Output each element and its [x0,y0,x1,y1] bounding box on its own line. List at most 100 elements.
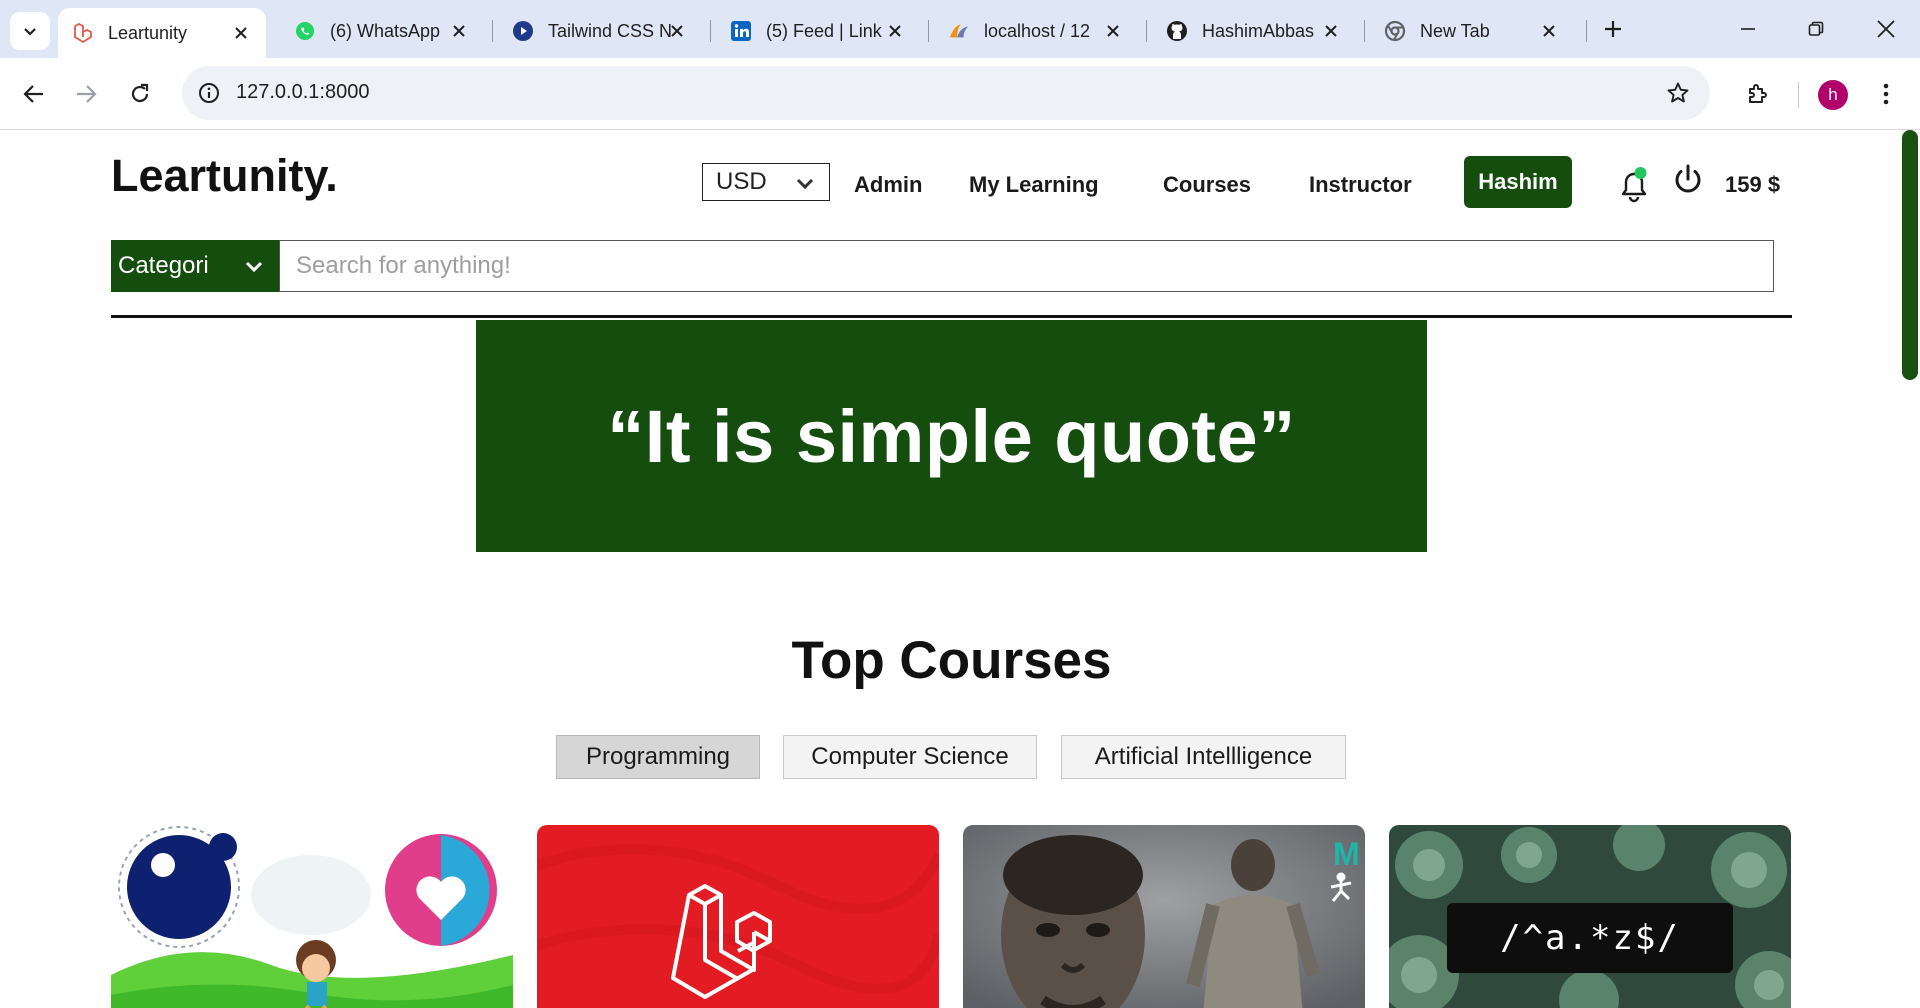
tab-title: Tailwind CSS N [548,20,673,41]
url-text[interactable]: 127.0.0.1:8000 [236,81,369,104]
search-input[interactable]: Search for anything! [279,240,1774,292]
browser-tab-new-tab[interactable]: New Tab [1370,8,1574,54]
top-courses-title: Top Courses [791,631,1112,690]
plus-icon [1605,21,1621,37]
header-divider [111,315,1792,318]
close-icon[interactable] [1538,20,1560,42]
search-placeholder: Search for anything! [296,252,511,279]
tab-title: localhost / 12 [984,20,1091,41]
new-tab-button[interactable] [1598,14,1628,44]
chrome-icon [1384,20,1406,42]
reload-button[interactable] [120,74,160,114]
currency-value: USD [716,168,767,195]
filter-programming[interactable]: Programming [556,735,760,779]
course-card[interactable]: M [963,825,1365,1008]
browser-tab-bar: Leartunity (6) WhatsApp Tailwind CSS N (… [0,0,1920,58]
close-icon[interactable] [666,20,688,42]
reload-icon [131,83,149,103]
info-icon[interactable] [194,78,224,108]
back-button[interactable] [14,74,54,114]
tab-divider [1586,20,1587,42]
tab-divider [1146,20,1147,42]
browser-tab-whatsapp[interactable]: (6) WhatsApp [280,8,484,54]
nav-my-learning[interactable]: My Learning [969,172,1099,198]
linkedin-icon [730,20,752,42]
filter-artificial-intelligence[interactable]: Artificial Intellligence [1061,735,1346,779]
nav-instructor[interactable]: Instructor [1309,172,1412,198]
tab-divider [710,20,711,42]
browser-toolbar: 127.0.0.1:8000 h [0,58,1920,130]
close-icon[interactable] [884,20,906,42]
tab-title: (5) Feed | Link [766,20,882,41]
arrow-right-icon [77,85,97,103]
tailwind-icon [512,20,534,42]
kebab-menu-icon [1883,83,1889,105]
notifications-button[interactable] [1616,166,1652,204]
browser-tab-linkedin[interactable]: (5) Feed | Link [716,8,920,54]
close-icon[interactable] [448,20,470,42]
hero-quote-text: “It is simple quote” [607,394,1296,478]
tab-title: HashimAbbas [1202,20,1315,41]
category-dropdown[interactable]: Categori [111,240,280,292]
extensions-button[interactable] [1738,74,1778,114]
bell-icon [1621,167,1647,203]
restore-button[interactable] [1796,10,1836,48]
course-card[interactable] [537,825,939,1008]
tab-title: Leartunity [108,22,188,43]
nav-admin[interactable]: Admin [854,172,922,198]
close-window-button[interactable] [1866,10,1906,48]
restore-icon [1808,21,1824,36]
tab-search-button[interactable] [10,12,50,50]
tab-divider [1364,20,1365,42]
arrow-left-icon [23,85,43,103]
puzzle-icon [1749,84,1767,103]
chevron-down-icon [24,28,36,36]
course-thumbnail: M [963,825,1365,1008]
filter-computer-science[interactable]: Computer Science [783,735,1037,779]
tab-title: New Tab [1420,20,1490,41]
scrollbar-thumb[interactable] [1902,130,1918,380]
close-icon[interactable] [1320,20,1342,42]
address-bar[interactable]: 127.0.0.1:8000 [182,66,1710,120]
course-thumbnail [537,825,939,1008]
course-thumbnail [111,825,513,1008]
course-card[interactable] [111,825,513,1008]
forward-button[interactable] [66,74,106,114]
whatsapp-icon [294,20,316,42]
page-scrollbar[interactable] [1900,130,1920,1008]
course-card[interactable]: /^a.*z$/ [1389,825,1791,1008]
currency-select[interactable]: USD [702,163,830,201]
user-profile-button[interactable]: Hashim [1464,156,1572,208]
category-label: Categori [118,252,209,279]
nav-courses[interactable]: Courses [1163,172,1251,198]
minimize-icon [1741,28,1755,30]
chevron-down-icon [245,261,263,273]
browser-tab-github[interactable]: HashimAbbas [1152,8,1356,54]
site-logo[interactable]: Leartunity. [111,150,338,202]
chevron-down-icon [796,178,814,190]
close-icon [1877,20,1895,38]
bookmark-star-icon[interactable] [1664,79,1692,107]
browser-tab-leartunity[interactable]: Leartunity [58,8,266,58]
wallet-balance: 159 $ [1725,172,1781,197]
github-icon [1166,20,1188,42]
tab-title: (6) WhatsApp [330,20,441,41]
phpmyadmin-icon [948,20,970,42]
more-menu-button[interactable] [1868,76,1904,112]
toolbar-divider [1798,82,1799,108]
browser-tab-phpmyadmin[interactable]: localhost / 12 [934,8,1138,54]
browser-tab-tailwind[interactable]: Tailwind CSS N [498,8,702,54]
close-icon[interactable] [230,22,252,44]
laravel-icon [72,22,94,44]
tab-divider [928,20,929,42]
profile-avatar[interactable]: h [1818,80,1848,110]
page-viewport: Leartunity. USD Admin My Learning Course… [0,130,1920,1008]
tab-divider [492,20,493,42]
minimize-button[interactable] [1728,10,1768,48]
regex-caption: /^a.*z$/ [1447,903,1733,973]
close-icon[interactable] [1102,20,1124,42]
power-icon [1675,164,1701,193]
logout-button[interactable] [1670,162,1706,198]
svg-text:M: M [1333,836,1360,872]
hero-quote-banner: “It is simple quote” [476,320,1427,552]
